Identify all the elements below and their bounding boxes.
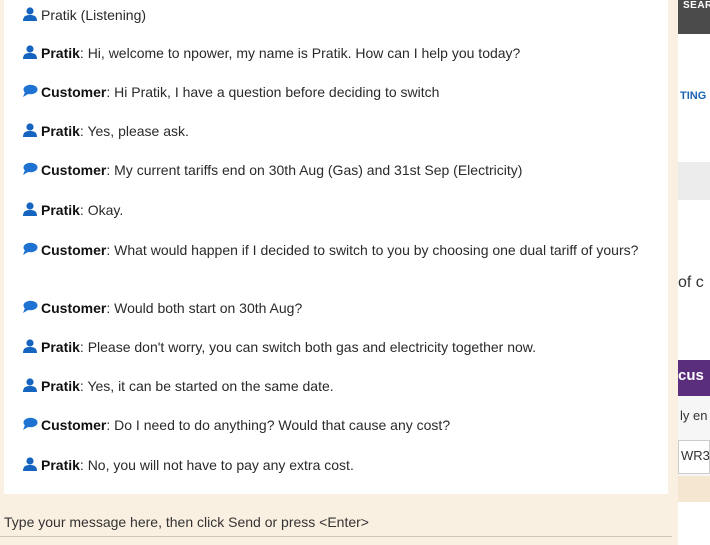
agent-person-icon	[23, 202, 37, 216]
sender-name: Pratik	[41, 378, 80, 394]
message-text: : Yes, please ask.	[79, 123, 189, 139]
speech-bubble-icon	[23, 162, 38, 175]
agent-message: Pratik: Please don't worry, you can swit…	[22, 337, 642, 357]
message-text: : Okay.	[79, 202, 124, 218]
customer-message: Customer: Hi Pratik, I have a question b…	[22, 82, 642, 102]
agent-person-icon	[23, 339, 37, 353]
sender-name: Pratik	[41, 45, 80, 61]
postcode-value-fragment: WR3	[681, 448, 710, 463]
sender-name: Pratik	[41, 457, 80, 473]
customer-message: Customer: What would happen if I decided…	[22, 240, 642, 260]
message-text: : No, you will not have to pay any extra…	[79, 457, 354, 473]
message-input[interactable]	[0, 508, 672, 537]
message-text: : Hi, welcome to npower, my name is Prat…	[79, 45, 521, 61]
agent-person-icon	[23, 378, 37, 392]
background-subtext-fragment: ly en	[680, 408, 708, 423]
sender-name: Pratik	[41, 123, 80, 139]
background-strip	[678, 476, 710, 502]
sender-name: Customer	[41, 162, 107, 178]
customer-message: Customer: Do I need to do anything? Woul…	[22, 415, 642, 435]
agent-person-icon	[23, 45, 37, 59]
banner-text-fragment: cus	[678, 367, 704, 384]
agent-message: Pratik: Okay.	[22, 200, 642, 220]
sender-name: Customer	[41, 300, 107, 316]
customer-message: Customer: Would both start on 30th Aug?	[22, 298, 642, 318]
agent-message: Pratik: Yes, it can be started on the sa…	[22, 376, 642, 396]
agent-message: Pratik: Hi, welcome to npower, my name i…	[22, 43, 642, 63]
agent-person-icon	[23, 123, 37, 137]
message-text: : Hi Pratik, I have a question before de…	[106, 84, 440, 100]
message-text: : Please don't worry, you can switch bot…	[79, 339, 537, 355]
chat-window: Pratik (Listening) Pratik: Hi, welcome t…	[0, 0, 678, 545]
agent-status-text: Pratik (Listening)	[41, 7, 147, 23]
postcode-field[interactable]: WR3	[678, 440, 710, 474]
sender-name: Customer	[41, 242, 107, 258]
search-label: SEAR	[683, 0, 710, 11]
sender-name: Customer	[41, 84, 107, 100]
speech-bubble-icon	[23, 242, 38, 255]
message-text: : Would both start on 30th Aug?	[106, 300, 303, 316]
background-heading-fragment: of c	[678, 274, 704, 291]
background-banner: cus	[678, 360, 710, 396]
agent-message: Pratik: No, you will not have to pay any…	[22, 455, 642, 475]
message-text: : Do I need to do anything? Would that c…	[106, 417, 451, 433]
search-bar[interactable]: SEAR	[678, 0, 710, 34]
message-text: : Yes, it can be started on the same dat…	[79, 378, 334, 394]
customer-message: Customer: My current tariffs end on 30th…	[22, 160, 642, 180]
nav-item-fragment[interactable]: TING	[680, 90, 706, 102]
background-band	[678, 162, 710, 200]
message-text: : What would happen if I decided to swit…	[106, 242, 639, 258]
sender-name: Customer	[41, 417, 107, 433]
sender-name: Pratik	[41, 339, 80, 355]
background-webpage: SEAR TING of c cus ly en WR3	[678, 0, 710, 545]
agent-status-line: Pratik (Listening)	[22, 5, 642, 25]
background-footer-area	[678, 502, 710, 545]
speech-bubble-icon	[23, 300, 38, 313]
speech-bubble-icon	[23, 417, 38, 430]
agent-person-icon	[23, 457, 37, 471]
agent-message: Pratik: Yes, please ask.	[22, 121, 642, 141]
sender-name: Pratik	[41, 202, 80, 218]
agent-person-icon	[23, 7, 37, 21]
message-text: : My current tariffs end on 30th Aug (Ga…	[106, 162, 523, 178]
speech-bubble-icon	[23, 84, 38, 97]
chat-transcript[interactable]: Pratik (Listening) Pratik: Hi, welcome t…	[4, 0, 668, 494]
